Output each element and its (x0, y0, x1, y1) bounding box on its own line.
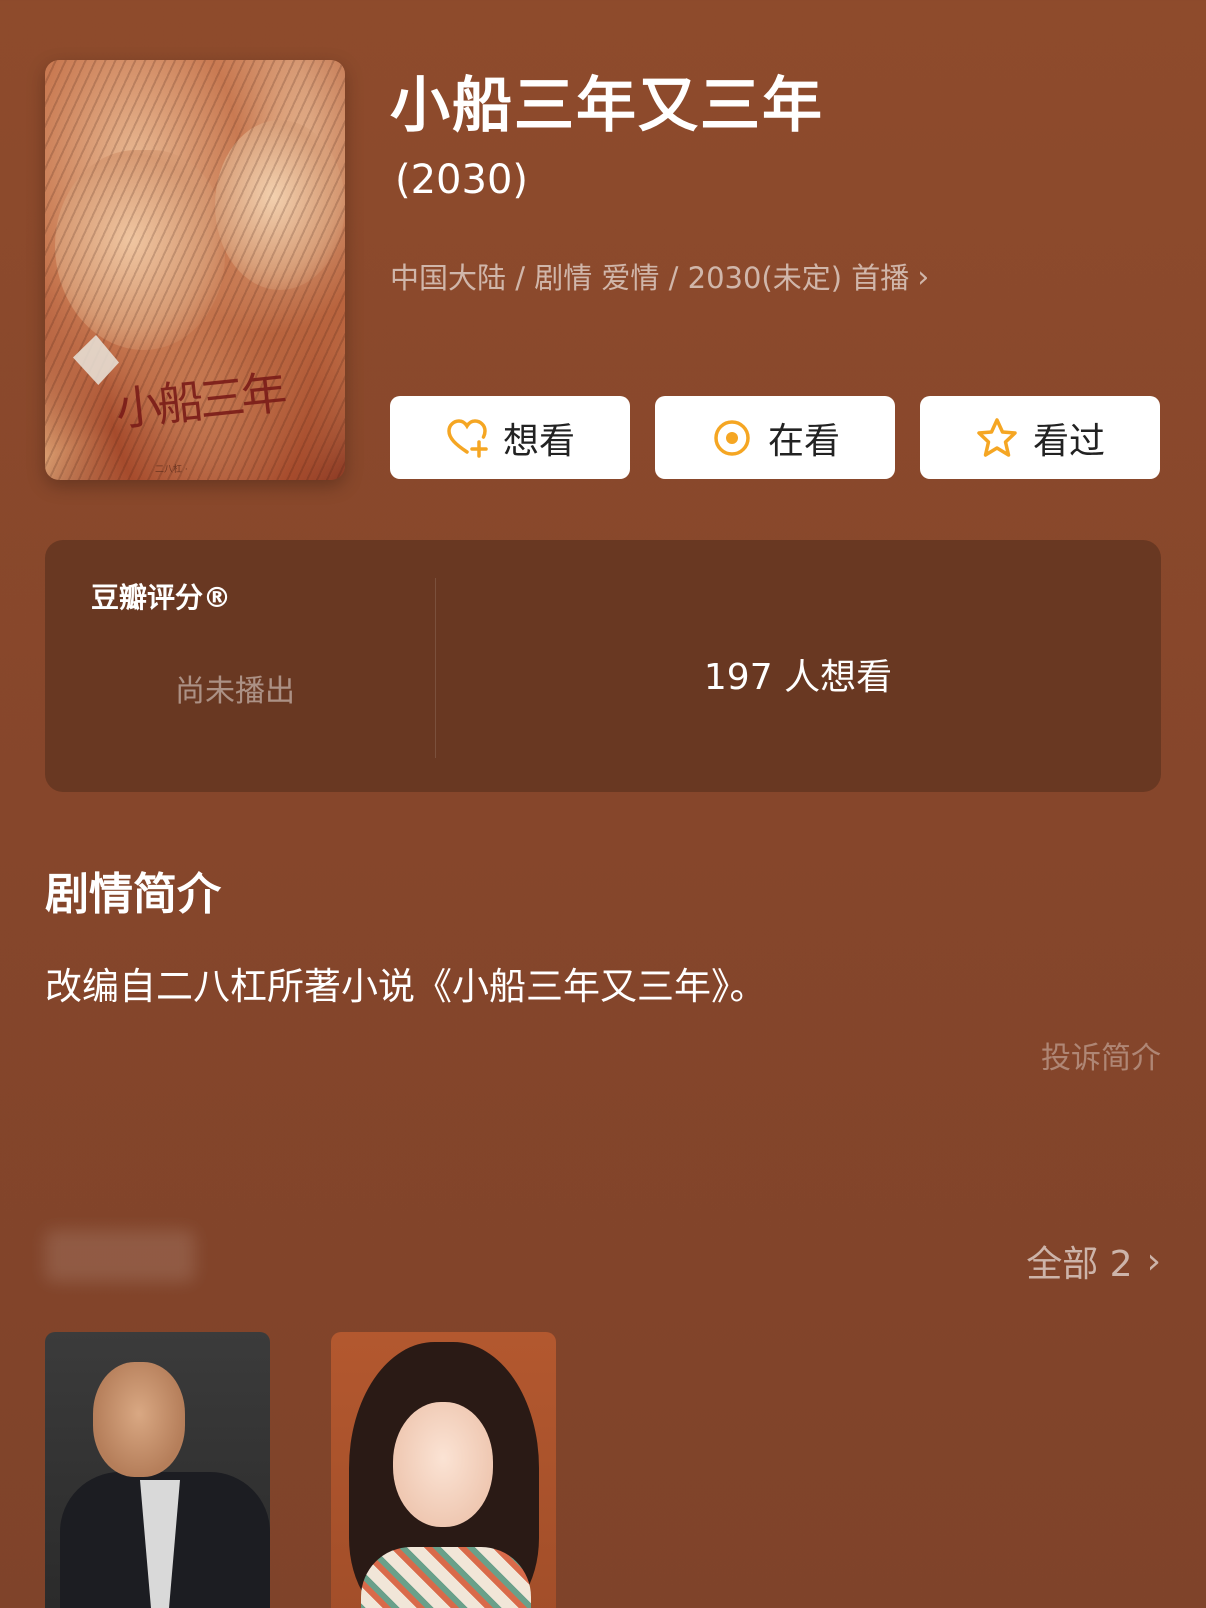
action-buttons: 想看 在看 看过 (390, 396, 1160, 479)
movie-meta-text: 中国大陆 / 剧情 爱情 / 2030(未定) 首播 (390, 261, 910, 295)
cast-photo-2[interactable] (331, 1332, 556, 1608)
cast-2-dress (361, 1547, 531, 1608)
target-circle-icon (714, 419, 750, 456)
watching-button[interactable]: 在看 (655, 396, 895, 479)
star-icon (977, 417, 1017, 457)
watched-button[interactable]: 看过 (920, 396, 1160, 479)
cast-all-label: 全部 2 (1026, 1244, 1133, 1285)
chevron-right-icon: › (917, 260, 930, 295)
rating-card[interactable]: 豆瓣评分® 尚未播出 197 人想看 (45, 540, 1161, 792)
wish-count: 197 人想看 (703, 657, 893, 698)
watching-label: 在看 (767, 420, 840, 462)
movie-meta-link[interactable]: 中国大陆 / 剧情 爱情 / 2030(未定) 首播 › (390, 258, 929, 298)
rating-status: 尚未播出 (175, 674, 295, 709)
cast-1-head (93, 1362, 185, 1477)
synopsis-text: 改编自二八杠所著小说《小船三年又三年》。 (45, 965, 767, 1008)
cast-list (45, 1332, 556, 1608)
cast-photo-1[interactable] (45, 1332, 270, 1608)
cast-section-title-blurred (45, 1230, 195, 1282)
want-to-watch-button[interactable]: 想看 (390, 396, 630, 479)
synopsis-heading: 剧情简介 (45, 869, 221, 920)
want-to-watch-label: 想看 (502, 420, 575, 462)
report-synopsis-link[interactable]: 投诉简介 (1041, 1033, 1161, 1077)
cast-2-face (393, 1402, 493, 1527)
page-title: 小船三年又三年 (390, 71, 824, 141)
chevron-right-icon: › (1146, 1240, 1161, 1282)
rating-title: 豆瓣评分® (91, 581, 232, 614)
heart-plus-icon (447, 418, 488, 458)
cast-all-link[interactable]: 全部 2 › (1026, 1235, 1161, 1287)
release-year: (2030) (395, 157, 529, 203)
watched-label: 看过 (1032, 420, 1105, 462)
poster-image[interactable]: 小船三年 二八杠 · (45, 60, 345, 480)
poster-credits: 二八杠 · (155, 465, 188, 475)
